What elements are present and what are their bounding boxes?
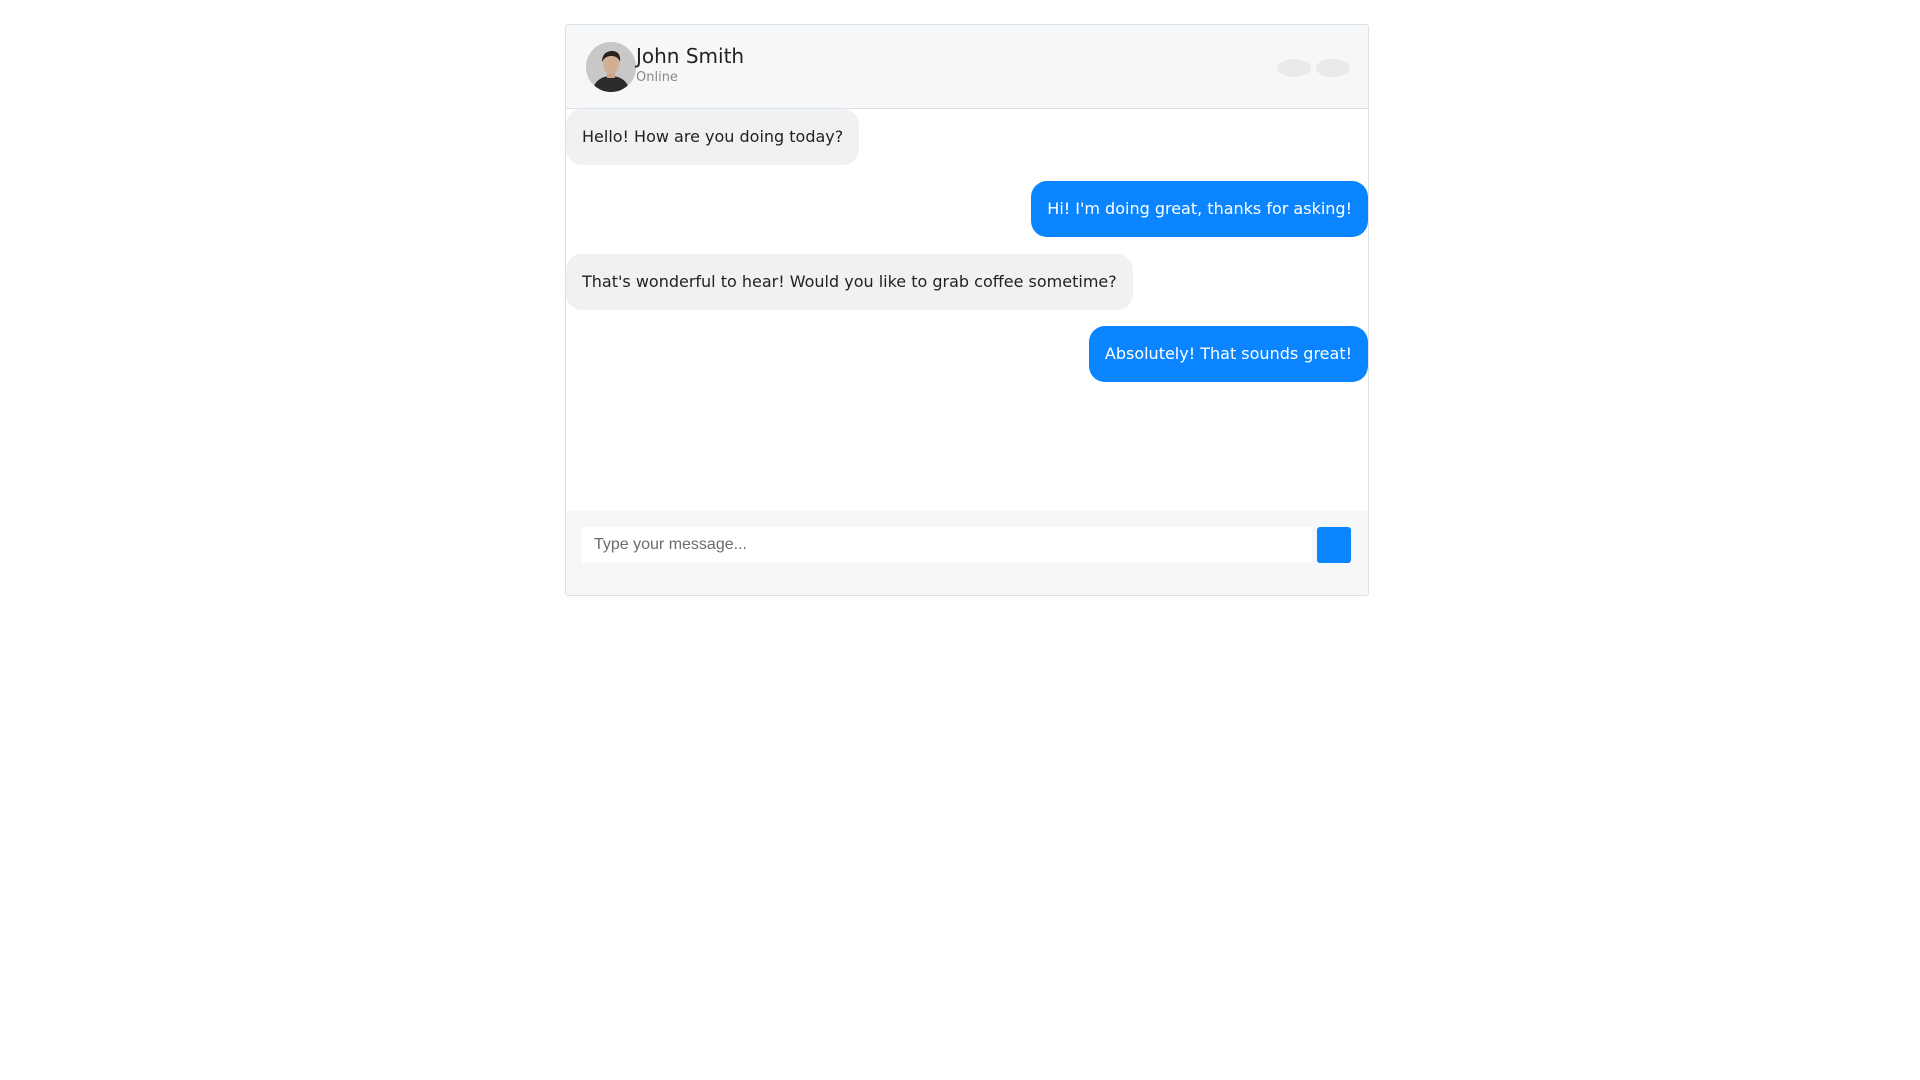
message-input[interactable] [582,527,1312,563]
contact-name: John Smith [636,44,745,68]
avatar-photo [586,42,636,92]
call-icon[interactable] [1277,59,1311,77]
message-composer [566,511,1368,595]
message-bubble-sent: Hi! I'm doing great, thanks for asking! [1031,181,1368,237]
contact-status: Online [636,70,678,85]
message-bubble-received: That's wonderful to hear! Would you like… [566,254,1133,310]
message-bubble-received: Hello! How are you doing today? [566,109,860,165]
avatar[interactable] [586,42,636,92]
chat-header: John Smith Online [566,25,1368,109]
message-list: Hello! How are you doing today? Hi! I'm … [566,109,1368,535]
send-button[interactable] [1317,527,1351,563]
chat-window: John Smith Online Hello! How are you doi… [565,24,1369,596]
header-actions [1272,59,1350,77]
more-icon[interactable] [1316,59,1350,77]
message-bubble-sent: Absolutely! That sounds great! [1088,326,1368,382]
